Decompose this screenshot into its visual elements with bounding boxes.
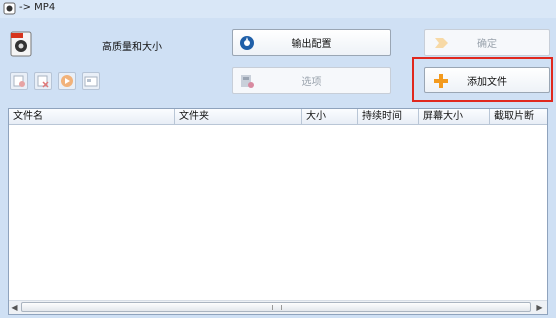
add-item-icon xyxy=(13,75,25,87)
info-icon xyxy=(84,76,98,87)
add-file-label: 添加文件 xyxy=(467,76,507,88)
window-title: -> MP4 xyxy=(19,2,56,13)
remove-item-icon xyxy=(37,75,49,88)
column-header-clip[interactable]: 截取片断 xyxy=(490,109,547,124)
output-config-button[interactable]: 输出配置 xyxy=(232,29,391,56)
column-header-folder[interactable]: 文件夹 xyxy=(175,109,302,124)
info-tool[interactable] xyxy=(82,72,100,90)
gear-icon xyxy=(240,36,254,50)
play-icon xyxy=(61,75,73,87)
ok-label: 确定 xyxy=(477,39,497,50)
output-config-label: 输出配置 xyxy=(291,39,332,50)
scroll-grip-icon xyxy=(272,305,282,310)
title-bar: -> MP4 xyxy=(0,0,556,18)
column-header-filename[interactable]: 文件名 xyxy=(9,109,175,124)
plus-icon xyxy=(434,74,448,88)
horizontal-scrollbar[interactable]: ◀ ▶ xyxy=(9,300,547,314)
scroll-right-icon[interactable]: ▶ xyxy=(534,302,545,313)
column-header-duration[interactable]: 持续时间 xyxy=(358,109,419,124)
arrow-right-icon xyxy=(435,38,448,48)
play-tool[interactable] xyxy=(58,72,76,90)
column-header-size[interactable]: 大小 xyxy=(302,109,358,124)
quality-label: 高质量和大小 xyxy=(102,42,162,53)
options-icon xyxy=(241,75,254,88)
ok-button[interactable]: 确定 xyxy=(424,29,550,56)
mp4-format-icon xyxy=(10,31,32,57)
options-label: 选项 xyxy=(301,77,322,88)
add-file-button[interactable]: 添加文件 xyxy=(424,67,550,93)
file-table[interactable]: 文件名 文件夹 大小 持续时间 屏幕大小 截取片断 ◀ ▶ xyxy=(8,108,548,315)
app-icon xyxy=(3,2,16,15)
options-button[interactable]: 选项 xyxy=(232,67,391,94)
table-header: 文件名 文件夹 大小 持续时间 屏幕大小 截取片断 xyxy=(9,109,547,125)
scroll-left-icon[interactable]: ◀ xyxy=(9,302,20,313)
add-item-tool[interactable] xyxy=(10,72,28,90)
scroll-thumb[interactable] xyxy=(21,302,531,312)
remove-item-tool[interactable] xyxy=(34,72,52,90)
column-header-screen-size[interactable]: 屏幕大小 xyxy=(419,109,490,124)
